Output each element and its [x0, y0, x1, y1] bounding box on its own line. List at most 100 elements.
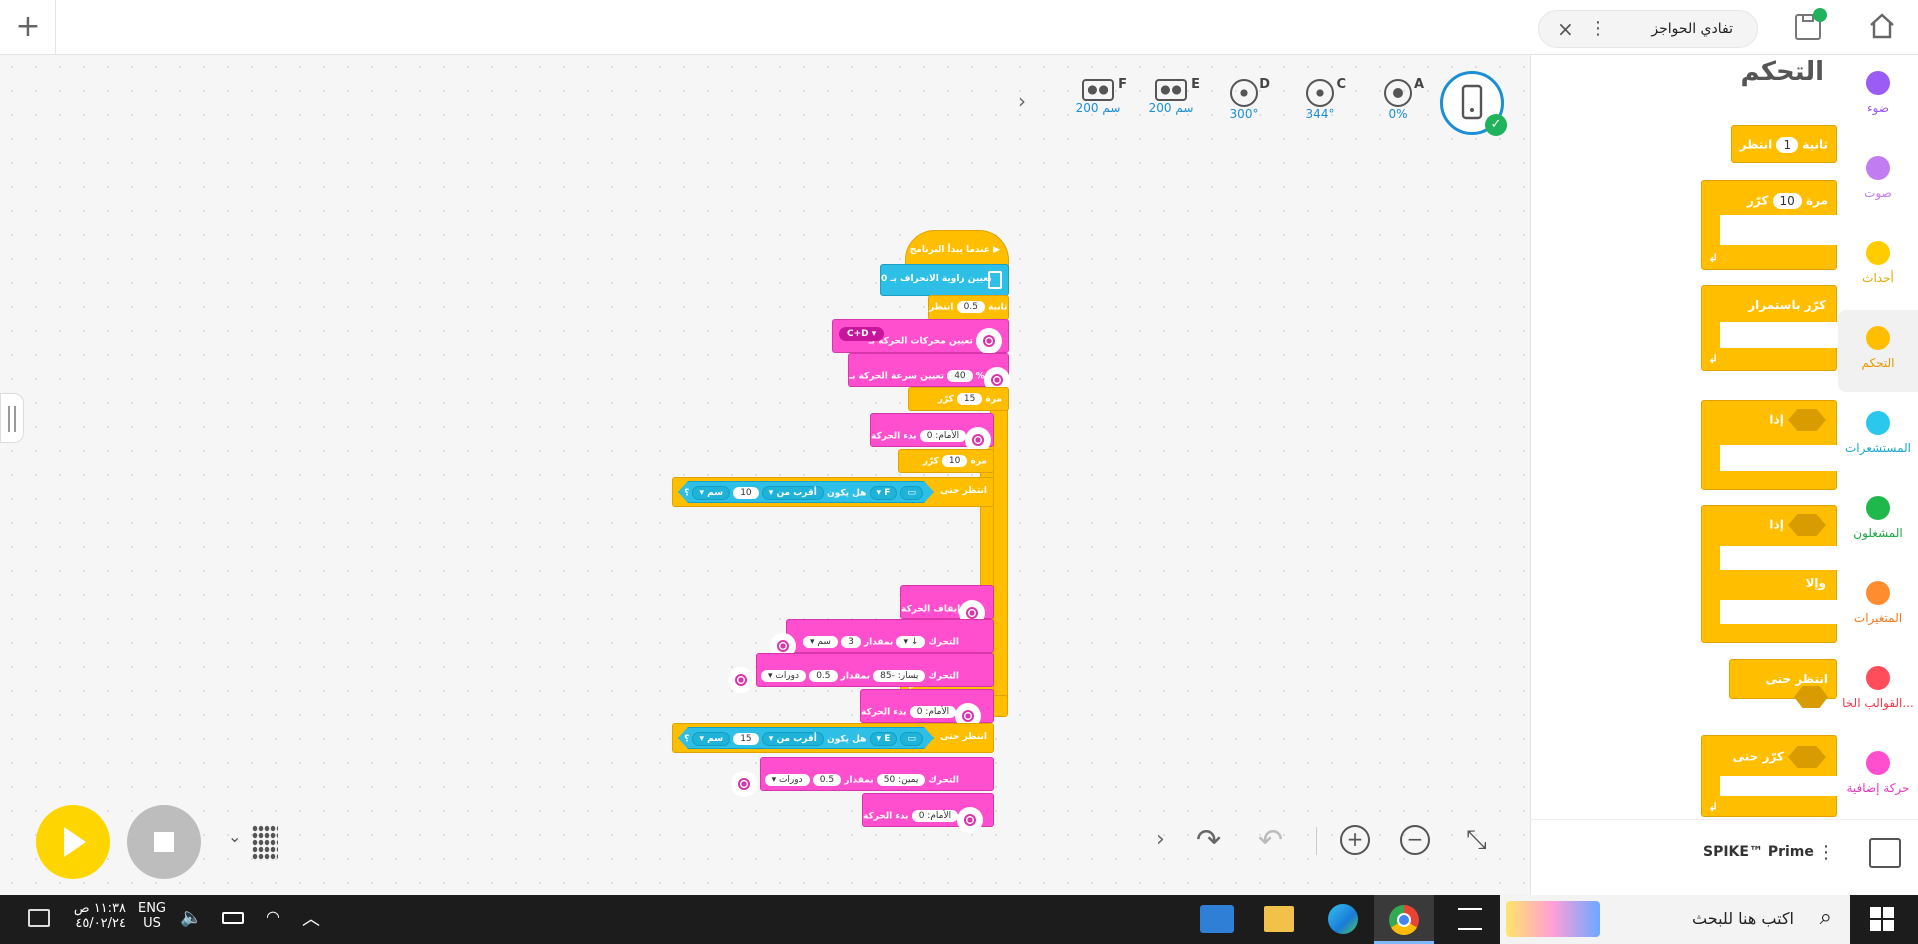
distance-sensor-icon	[1155, 79, 1187, 101]
palette-footer: SPIKE™ Prime ⋮	[1531, 819, 1918, 895]
chevron-down-icon[interactable]: ⌄	[228, 827, 241, 846]
extensions-icon[interactable]	[1869, 838, 1901, 868]
distance-sensor-icon: ▭	[900, 486, 923, 500]
redo-icon[interactable]: ↷	[1196, 823, 1221, 858]
windows-taskbar: ١١:٣٨ ص ٤٥/٠٢/٢٤ ENG US 🔈 ◠ ︿ اكتب هنا ل…	[0, 895, 1918, 944]
save-icon[interactable]	[1795, 8, 1827, 40]
motor-icon	[1230, 79, 1258, 107]
wifi-icon[interactable]: ◠	[266, 907, 280, 926]
search-box[interactable]: اكتب هنا للبحث ⌕	[1500, 895, 1850, 944]
panel-drag-handle[interactable]	[0, 393, 24, 443]
category-variables[interactable]: المتغيرات	[1838, 565, 1918, 647]
palette-if-else-block[interactable]: إذا وإلا	[1701, 505, 1838, 643]
connected-check-icon: ✓	[1485, 114, 1507, 136]
edge-browser-icon[interactable]	[1328, 904, 1358, 934]
battery-icon[interactable]	[222, 912, 244, 924]
run-button[interactable]	[36, 805, 110, 879]
palette-wait-block[interactable]: ثانية 1 انتظر	[1731, 125, 1837, 163]
home-icon[interactable]	[1868, 12, 1896, 40]
set-movement-motors-block[interactable]: تعيين محركات الحركة بـ C+D ▾	[832, 319, 1009, 354]
project-title: تفادي الحواجز	[1651, 21, 1733, 37]
repeat-10-block[interactable]: مرة 10 كرّر	[898, 449, 994, 473]
widgets-image	[1506, 901, 1600, 937]
category-more-movement[interactable]: حركة إضافية	[1838, 735, 1918, 817]
language-indicator[interactable]: ENG US	[136, 901, 168, 931]
more-icon[interactable]: ⋮	[1817, 842, 1835, 863]
undo-icon[interactable]: ↶	[1258, 823, 1283, 858]
category-sensors[interactable]: المستشعرات	[1838, 395, 1918, 477]
play-icon: ▶	[993, 245, 1000, 255]
chevron-right-icon[interactable]: ›	[1018, 89, 1026, 113]
code-canvas[interactable]: ✓ A 0% C 344° D 300° E 200 سم F 200 سم ›…	[0, 55, 1546, 895]
category-control[interactable]: التحكم	[1838, 310, 1918, 392]
category-light[interactable]: ضوء	[1838, 55, 1918, 137]
port-d-value: 300°	[1229, 107, 1259, 121]
category-events[interactable]: أحداث	[1838, 225, 1918, 307]
distance-condition[interactable]: ▭ E ▾ هل يكون أقرب من ▾ 15 سم ▾ ؟	[678, 727, 934, 749]
zoom-out-icon[interactable]: −	[1400, 825, 1430, 855]
port-a[interactable]: A 0%	[1378, 77, 1424, 121]
motor-pair-dropdown[interactable]: C+D ▾	[839, 327, 885, 341]
fit-to-screen-icon[interactable]: ⤡	[1466, 825, 1487, 856]
top-bar: + × ⋮ تفادي الحواجز	[0, 0, 1918, 55]
port-f-value: 200 سم	[1075, 101, 1121, 115]
notifications-icon[interactable]	[28, 909, 50, 927]
distance-sensor-icon	[1082, 79, 1114, 101]
search-placeholder: اكتب هنا للبحث	[1692, 909, 1794, 928]
file-explorer-icon[interactable]	[1264, 906, 1294, 932]
stop-button[interactable]	[127, 805, 201, 879]
product-label: SPIKE™ Prime	[1703, 844, 1814, 860]
port-d[interactable]: D 300°	[1224, 77, 1270, 121]
port-e[interactable]: E 200 سم	[1148, 77, 1200, 115]
start-moving-block[interactable]: بدء الحركة الأمام: 0	[870, 413, 994, 453]
stop-icon	[154, 832, 174, 852]
wait-block[interactable]: ثانية 0.5 انتظر	[928, 295, 1009, 320]
port-e-value: 200 سم	[1148, 101, 1194, 115]
new-project-button[interactable]: +	[12, 8, 44, 46]
hub-connect-button[interactable]: ✓	[1440, 71, 1507, 136]
task-view-icon[interactable]	[1458, 908, 1482, 930]
project-tab[interactable]: × ⋮ تفادي الحواجز	[1538, 10, 1758, 48]
mail-app-icon[interactable]	[1200, 905, 1234, 933]
category-my-blocks[interactable]: القوالب الخا...	[1838, 650, 1918, 732]
search-icon: ⌕	[1819, 905, 1832, 930]
set-yaw-block[interactable]: تعيين زاوية الانحراف بـ 0	[880, 264, 1009, 296]
palette-wait-until-block[interactable]: انتظر حتى	[1729, 659, 1837, 708]
palette-if-block[interactable]: إذا	[1701, 400, 1838, 490]
start-moving-block[interactable]: بدء الحركة الأمام: 0	[860, 689, 994, 729]
palette-forever-block[interactable]: كرّر باستمرار ↲	[1701, 285, 1838, 371]
close-icon[interactable]: ×	[1557, 17, 1574, 41]
palette-title: التحكم	[1740, 57, 1824, 87]
chevron-up-icon[interactable]: ︿	[302, 905, 320, 931]
divider	[55, 0, 56, 55]
palette-repeat-until-block[interactable]: كرّر حتى ↲	[1701, 735, 1838, 817]
divider	[1316, 827, 1317, 855]
palette-repeat-block[interactable]: مرة 10 كرّر ↲	[1701, 180, 1838, 270]
move-block[interactable]: التحرك ↓ ▾ بمقدار 3 سم ▾	[769, 619, 994, 659]
hub-icon	[988, 271, 1002, 289]
move-steer-block[interactable]: التحرك يمين: 50 بمقدار 0.5 دورات ▾	[731, 757, 994, 797]
port-c-value: 344°	[1305, 107, 1335, 121]
port-f[interactable]: F 200 سم	[1075, 77, 1127, 115]
start-moving-block[interactable]: بدء الحركة الأمام: 0	[862, 793, 994, 833]
more-icon[interactable]: ⋮	[1589, 18, 1607, 39]
volume-icon[interactable]: 🔈	[180, 907, 202, 928]
port-a-value: 0%	[1388, 107, 1408, 121]
set-movement-speed-block[interactable]: تعيين سرعة الحركة بـ 40 %	[848, 353, 1010, 393]
zoom-in-icon[interactable]: +	[1340, 825, 1370, 855]
light-matrix-icon	[1384, 79, 1412, 107]
clock[interactable]: ١١:٣٨ ص ٤٥/٠٢/٢٤	[70, 901, 126, 931]
play-icon	[64, 827, 86, 857]
category-sound[interactable]: صوت	[1838, 140, 1918, 222]
stop-moving-block[interactable]: إيقاف الحركة	[900, 585, 994, 626]
port-c[interactable]: C 344°	[1300, 77, 1346, 121]
light-matrix-icon[interactable]	[252, 825, 278, 861]
repeat-15-block[interactable]: مرة 15 كرّر	[908, 387, 1009, 411]
chevron-right-icon[interactable]: ›	[1156, 827, 1165, 852]
chrome-icon	[1389, 905, 1419, 935]
start-button[interactable]	[1870, 907, 1894, 931]
move-steer-block[interactable]: التحرك يسار: -85 بمقدار 0.5 دورات ▾	[727, 653, 994, 693]
distance-condition[interactable]: ▭ F ▾ هل يكون أقرب من ▾ 10 سم ▾ ؟	[678, 481, 934, 503]
category-operators[interactable]: المشغلون	[1838, 480, 1918, 562]
chrome-app-active[interactable]	[1374, 895, 1434, 944]
